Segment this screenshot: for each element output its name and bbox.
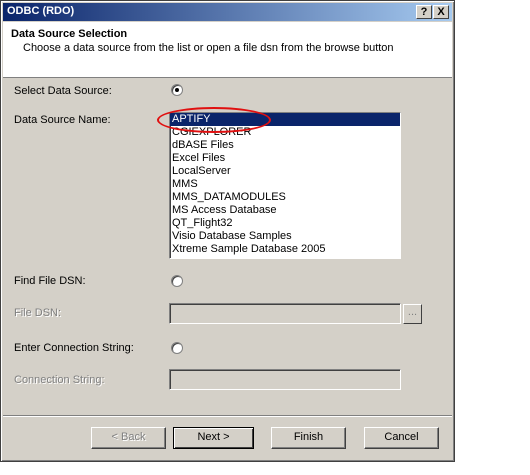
- list-item[interactable]: MS Access Database: [170, 204, 400, 217]
- help-button[interactable]: ?: [416, 5, 432, 19]
- find-file-dsn-label: Find File DSN:: [14, 275, 86, 287]
- finish-button[interactable]: Finish: [271, 427, 346, 449]
- list-item[interactable]: MMS: [170, 178, 400, 191]
- next-button[interactable]: Next >: [173, 427, 254, 449]
- list-item[interactable]: MMS_DATAMODULES: [170, 191, 400, 204]
- data-source-name-label: Data Source Name:: [14, 114, 111, 126]
- list-item[interactable]: LocalServer: [170, 165, 400, 178]
- select-data-source-label: Select Data Source:: [14, 85, 112, 97]
- connection-string-label: Connection String:: [14, 374, 105, 386]
- select-data-source-radio[interactable]: [171, 84, 183, 96]
- title-bar[interactable]: ODBC (RDO) ? X: [3, 3, 452, 21]
- button-separator: [3, 415, 452, 417]
- connection-string-field[interactable]: [169, 369, 401, 390]
- data-source-listbox[interactable]: APTIFY CGIEXPLORER dBASE Files Excel Fil…: [169, 112, 401, 259]
- list-item[interactable]: Xtreme Sample Database 2005: [170, 243, 400, 256]
- close-button[interactable]: X: [433, 5, 449, 19]
- list-item[interactable]: Visio Database Samples: [170, 230, 400, 243]
- list-item[interactable]: Excel Files: [170, 152, 400, 165]
- odbc-dialog: ODBC (RDO) ? X Data Source Selection Cho…: [0, 0, 455, 462]
- cancel-button[interactable]: Cancel: [364, 427, 439, 449]
- list-item[interactable]: dBASE Files: [170, 139, 400, 152]
- enter-connection-string-label: Enter Connection String:: [14, 342, 134, 354]
- find-file-dsn-radio[interactable]: [171, 275, 183, 287]
- back-button[interactable]: < Back: [91, 427, 166, 449]
- file-dsn-field[interactable]: [169, 303, 401, 324]
- window-title: ODBC (RDO): [7, 5, 75, 17]
- wizard-header: Data Source Selection Choose a data sour…: [3, 22, 452, 78]
- list-item[interactable]: QT_Flight32: [170, 217, 400, 230]
- file-dsn-label: File DSN:: [14, 307, 62, 319]
- browse-button[interactable]: ...: [403, 304, 422, 324]
- list-item[interactable]: APTIFY: [170, 113, 400, 126]
- enter-connection-string-radio[interactable]: [171, 342, 183, 354]
- list-item[interactable]: CGIEXPLORER: [170, 126, 400, 139]
- page-subtitle: Choose a data source from the list or op…: [23, 42, 394, 54]
- page-title: Data Source Selection: [11, 28, 128, 40]
- radio-selected-dot: [175, 88, 179, 92]
